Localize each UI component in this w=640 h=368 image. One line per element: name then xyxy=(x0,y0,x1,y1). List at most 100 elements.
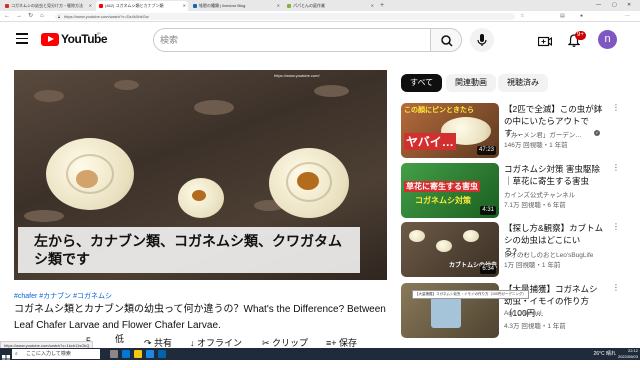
thumbnail-text: この顔にピンときたら xyxy=(404,107,474,114)
thumbnail-text: ヤバイ… xyxy=(404,133,456,150)
thumbnail-larva xyxy=(463,230,479,242)
related-channel[interactable]: Agri Channel xyxy=(504,310,542,317)
related-thumbnail[interactable]: この顔にピンときたら ヤバイ… 47:23 xyxy=(401,103,499,158)
video-title: コガネムシ類とカナブン類の幼虫って何か違うの？What's the Differ… xyxy=(14,304,386,331)
create-video-icon[interactable] xyxy=(537,34,553,52)
file-explorer-icon[interactable] xyxy=(134,350,142,358)
star-icon[interactable]: ☆ xyxy=(520,13,524,20)
task-view-icon[interactable] xyxy=(110,350,118,358)
avatar[interactable]: n xyxy=(598,30,617,49)
related-channel[interactable]: 「カーメン君」ガーデン… xyxy=(504,129,582,139)
reload-icon[interactable]: ↻ xyxy=(28,11,33,22)
playlist-add-icon: ≡+ xyxy=(326,338,340,348)
youtube-favicon-icon xyxy=(99,4,103,8)
more-icon[interactable]: ⋯ xyxy=(625,13,630,20)
profile-icon[interactable]: ● xyxy=(580,13,583,20)
search-button[interactable] xyxy=(430,28,462,52)
tab-label: パパとんの庭作業 xyxy=(293,3,325,8)
tab-favicon-icon xyxy=(5,4,9,8)
home-icon[interactable]: ⌂ xyxy=(40,11,44,22)
clock-date: 2022/05/03 xyxy=(617,354,638,359)
maximize-button[interactable]: ▢ xyxy=(612,0,617,11)
collections-icon[interactable]: ▤ xyxy=(560,13,565,20)
larva-head xyxy=(192,190,206,201)
close-tab-icon[interactable]: ✕ xyxy=(183,1,186,11)
hashtags[interactable]: #chafer #カナブン #コガネムシ xyxy=(14,291,112,301)
related-meta: 7.1万 回視聴・6 年前 xyxy=(504,202,566,209)
duration-badge: 6:34 xyxy=(480,265,496,274)
related-meta: 1万 回視聴・1 年前 xyxy=(504,262,561,269)
new-tab-button[interactable]: + xyxy=(380,0,384,11)
tab-label: 堆肥の種類 | livedoor Blog xyxy=(199,3,246,8)
tab-favicon-icon xyxy=(287,4,291,8)
duration-badge: 47:23 xyxy=(476,146,496,155)
share-label: 共有 xyxy=(154,338,173,348)
forward-arrow-icon[interactable]: → xyxy=(16,11,22,22)
tab-favicon-icon xyxy=(193,4,197,8)
back-arrow-icon[interactable]: ← xyxy=(4,11,10,22)
more-options-icon[interactable]: ⋮ xyxy=(612,163,620,172)
chip-related[interactable]: 関連動画 xyxy=(446,74,496,92)
related-channel[interactable]: カインズ公式チャンネル xyxy=(504,189,575,199)
larva-head xyxy=(297,172,319,190)
notification-badge: 9+ xyxy=(575,31,586,40)
close-window-button[interactable]: ✕ xyxy=(627,0,631,11)
store-icon[interactable] xyxy=(158,350,166,358)
offline-label: オフライン xyxy=(197,338,243,348)
menu-hamburger-icon[interactable] xyxy=(16,33,28,45)
url-text: https://www.youtube.com/watch?v=Dz4kXbkG… xyxy=(64,14,149,19)
search-icon xyxy=(441,35,453,47)
more-options-icon[interactable]: ⋮ xyxy=(612,283,620,292)
download-icon: ↓ xyxy=(190,338,198,348)
video-caption: 左から、カナブン類、コガネムシ類、クワガタムシ類です xyxy=(34,234,342,268)
related-title[interactable]: コガネムシ対策 害虫駆除｜草花に寄生する害虫 xyxy=(504,163,604,187)
larva-head xyxy=(76,170,98,188)
tab-label: (462) コガネムシ類とカナブン類 xyxy=(105,3,164,8)
dislike-button[interactable]: 低 xyxy=(115,332,124,345)
voice-search-button[interactable] xyxy=(470,28,494,52)
related-channel[interactable]: レオのむしのおとLeo'sBugLife xyxy=(504,249,593,259)
close-tab-icon[interactable]: ✕ xyxy=(371,1,374,11)
edge-icon[interactable] xyxy=(122,350,130,358)
tab-label: コガネムシの幼虫と見分け方・駆除方法 xyxy=(11,3,83,8)
related-thumbnail[interactable]: カブトムシの幼虫 6:34 xyxy=(401,222,499,277)
microphone-icon xyxy=(477,34,487,46)
clip-label: クリップ xyxy=(272,338,309,348)
more-options-icon[interactable]: ⋮ xyxy=(612,222,620,231)
close-tab-icon[interactable]: ✕ xyxy=(89,1,92,11)
related-meta: 146万 回視聴・1 年前 xyxy=(504,142,568,149)
more-options-icon[interactable]: ⋮ xyxy=(612,103,620,112)
soil-grain xyxy=(194,100,234,115)
browser-tab-1[interactable]: コガネムシの幼虫と見分け方・駆除方法 ✕ xyxy=(2,1,94,11)
close-tab-icon[interactable]: ✕ xyxy=(277,1,280,11)
clock[interactable]: 22:12 2022/05/03 xyxy=(618,348,638,360)
lock-icon[interactable]: 🔒︎ xyxy=(58,13,60,20)
soil-grain xyxy=(314,85,349,97)
chip-all[interactable]: すべて xyxy=(401,74,443,92)
thumbnail-larva xyxy=(436,240,452,252)
save-label: 保存 xyxy=(339,338,358,348)
thumbnail-larva xyxy=(409,230,425,242)
related-thumbnail[interactable]: 草花に寄生する害虫 コガネムシ対策 4:31 xyxy=(401,163,499,218)
search-icon: ⌕ xyxy=(15,351,18,357)
chip-watched[interactable]: 視聴済み xyxy=(498,74,548,92)
weather-indicator[interactable]: 26°C 晴れ xyxy=(593,348,616,360)
browser-tab-4[interactable]: パパとんの庭作業 ✕ xyxy=(284,1,376,11)
search-input[interactable]: 検索 xyxy=(153,28,431,52)
thumbnail-text: 草花に寄生する害虫 xyxy=(404,181,480,192)
browser-tab-2[interactable]: (462) コガネムシ類とカナブン類 ✕ xyxy=(96,1,188,11)
related-meta: 4.3万 回視聴・1 年前 xyxy=(504,323,566,330)
hover-tooltip: 【大量捕獲】コガネムシ幼虫・イモイの作り方（100円ガーデニング） xyxy=(412,290,529,299)
taskbar-search-input[interactable]: ここに入力して検索 xyxy=(12,349,100,359)
verified-check-icon: ✓ xyxy=(594,130,600,136)
play-triangle-icon xyxy=(48,36,54,42)
mail-icon[interactable] xyxy=(146,350,154,358)
soil-grain xyxy=(34,90,64,102)
scissors-icon: ✂ xyxy=(262,338,273,348)
minimize-button[interactable]: — xyxy=(596,0,601,11)
duration-badge: 4:31 xyxy=(480,206,496,215)
thumbnail-text: コガネムシ対策 xyxy=(415,196,471,205)
browser-tab-3[interactable]: 堆肥の種類 | livedoor Blog ✕ xyxy=(190,1,282,11)
soil-grain xyxy=(24,210,64,222)
windows-start-icon[interactable] xyxy=(2,350,10,363)
